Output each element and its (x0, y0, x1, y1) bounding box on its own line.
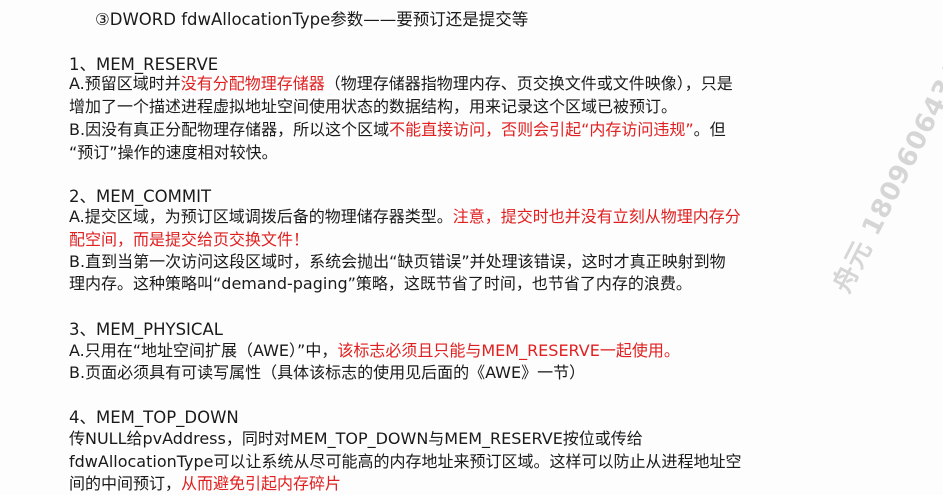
text-run: 理内存。这种策略叫“demand-paging”策略，这既节省了时间，也节省了内… (69, 274, 692, 293)
mem-commit-line-4: 理内存。这种策略叫“demand-paging”策略，这既节省了时间，也节省了内… (69, 272, 869, 295)
mem-reserve-line-2: 增加了一个描述进程虚拟地址空间使用状态的数据结构，用来记录这个区域已被预订。 (69, 95, 869, 118)
section-heading-mem-top-down: 4、MEM_TOP_DOWN (69, 408, 239, 427)
text-run: A.预留区域时并 (69, 74, 181, 93)
document-page: ③DWORD fdwAllocationType参数——要预订还是提交等 1、M… (0, 0, 943, 493)
text-run: （物理存储器指物理内存、页交换文件或文件映像），只是 (324, 74, 733, 93)
highlight-text: 该标志必须且只能与MEM_RESERVE一起使用。 (337, 341, 680, 360)
mem-physical-line-2: B.页面必须具有可读写属性（具体该标志的使用见后面的《AWE》一节） (69, 361, 869, 384)
mem-commit-line-1: A.提交区域，为预订区域调拨后备的物理储存器类型。注意，提交时也并没有立刻从物理… (69, 205, 869, 228)
text-run: B.直到当第一次访问这段区域时，系统会抛出“缺页错误”并处理该错误，这时才真正映… (69, 252, 726, 271)
text-run: B.页面必须具有可读写属性（具体该标志的使用见后面的《AWE》一节） (69, 363, 586, 382)
text-run: 。但 (693, 120, 726, 139)
mem-commit-line-3: B.直到当第一次访问这段区域时，系统会抛出“缺页错误”并处理该错误，这时才真正映… (69, 250, 869, 273)
text-run: 增加了一个描述进程虚拟地址空间使用状态的数据结构，用来记录这个区域已被预订。 (69, 97, 678, 116)
mem-reserve-line-1: A.预留区域时并没有分配物理存储器（物理存储器指物理内存、页交换文件或文件映像）… (69, 72, 869, 95)
text-run: fdwAllocationType可以让系统从尽可能高的内存地址来预订区域。这样… (69, 452, 742, 471)
mem-top-down-line-2: fdwAllocationType可以让系统从尽可能高的内存地址来预订区域。这样… (69, 450, 869, 473)
highlight-text: 配空间，而是提交给页交换文件！ (69, 230, 310, 249)
highlight-text: 没有分配物理存储器 (180, 74, 325, 93)
text-run: 传NULL给pvAddress，同时对MEM_TOP_DOWN与MEM_RESE… (69, 429, 643, 448)
text-run: “预订”操作的速度相对较快。 (69, 143, 278, 162)
mem-top-down-line-1: 传NULL给pvAddress，同时对MEM_TOP_DOWN与MEM_RESE… (69, 427, 869, 450)
mem-reserve-line-4: “预订”操作的速度相对较快。 (69, 141, 869, 164)
highlight-text: 注意，提交时也并没有立刻从物理内存分 (452, 207, 741, 226)
mem-reserve-line-3: B.因没有真正分配物理存储器，所以这个区域不能直接访问，否则会引起“内存访问违规… (69, 118, 869, 141)
text-run: A.提交区域，为预订区域调拨后备的物理储存器类型。 (69, 207, 453, 226)
section-heading-mem-physical: 3、MEM_PHYSICAL (69, 320, 223, 339)
mem-commit-line-2: 配空间，而是提交给页交换文件！ (69, 228, 869, 251)
text-run: B.因没有真正分配物理存储器，所以这个区域 (69, 120, 390, 139)
highlight-text: 从而避免引起内存碎片 (181, 474, 342, 493)
text-run: 间的中间预订， (69, 474, 182, 493)
mem-physical-line-1: A.只用在“地址空间扩展（AWE）”中，该标志必须且只能与MEM_RESERVE… (69, 339, 869, 362)
page-title: ③DWORD fdwAllocationType参数——要预订还是提交等 (95, 10, 529, 29)
highlight-text: 不能直接访问，否则会引起“内存访问违规” (389, 120, 694, 139)
section-heading-mem-commit: 2、MEM_COMMIT (69, 187, 212, 206)
text-run: A.只用在“地址空间扩展（AWE）”中， (69, 341, 338, 360)
